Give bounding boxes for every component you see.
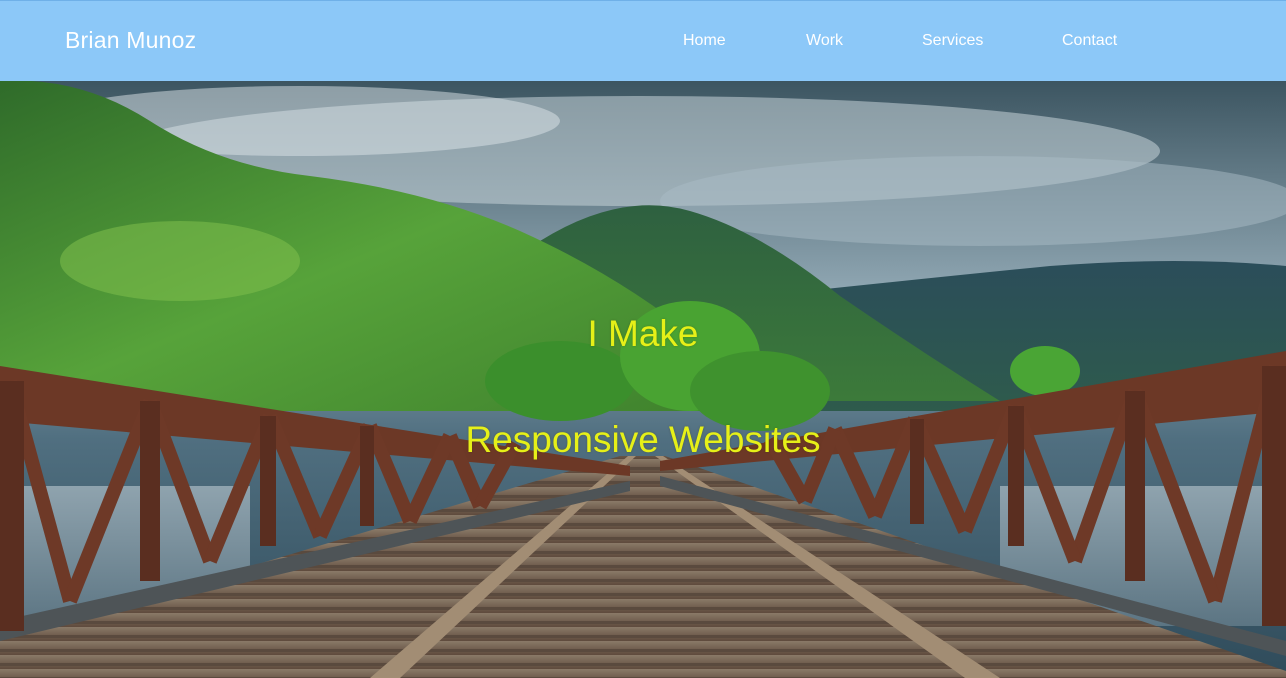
hero-background-image <box>0 81 1286 678</box>
nav-link-services[interactable]: Services <box>922 32 983 50</box>
hero-title-line-2: Responsive Websites <box>465 419 821 460</box>
page: Brian Munoz Home Work Services Contact I… <box>0 0 1286 678</box>
hero-title-line-1: I Make <box>587 313 699 354</box>
hero-section: I Make Responsive Websites <box>0 81 1286 678</box>
nav-link-home[interactable]: Home <box>683 32 726 50</box>
main-nav: Home Work Services Contact <box>0 32 1286 54</box>
nav-link-contact[interactable]: Contact <box>1062 32 1117 50</box>
navbar: Brian Munoz Home Work Services Contact <box>0 0 1286 81</box>
nav-link-work[interactable]: Work <box>806 32 843 50</box>
